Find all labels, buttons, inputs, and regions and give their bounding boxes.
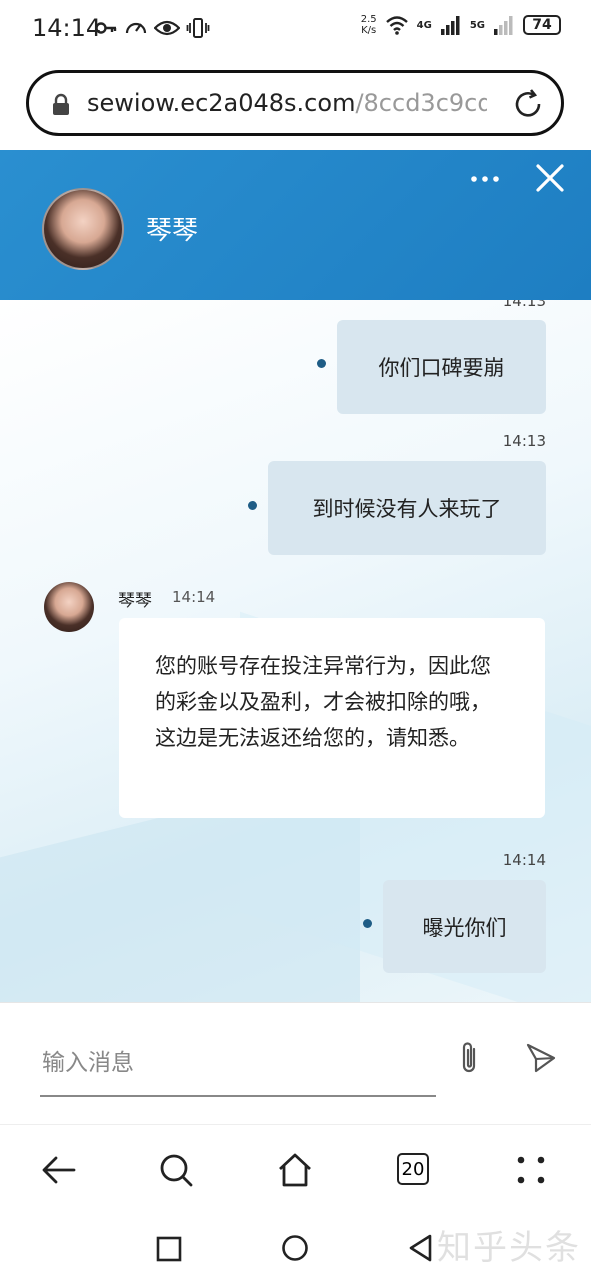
net-speed-value: 2.5 [360,14,377,25]
message-status-dot [363,919,372,928]
back-triangle-icon[interactable] [408,1234,434,1262]
message-time: 14:14 [502,851,546,869]
contact-name: 琴琴 [146,216,199,246]
message-input[interactable] [40,1031,436,1097]
battery-indicator: 74 [523,15,561,35]
status-bar: 14:14 2.5 K/s 4G 5G 74 [0,0,591,58]
back-icon[interactable] [40,1151,78,1189]
signal1-label: 4G [416,19,432,31]
recents-icon[interactable] [156,1236,182,1262]
attachment-icon[interactable] [454,1039,484,1077]
message-status-dot [248,501,257,510]
home-circle-icon[interactable] [281,1234,309,1262]
message-time: 14:13 [502,432,546,450]
sender-name: 琴琴 [118,591,152,611]
url-text[interactable]: sewiow.ec2a048s.com/8ccd3c9cd [87,89,487,119]
status-left-icons [94,16,210,40]
screen: 14:14 2.5 K/s 4G 5G 74 sewiow.ec2a048s.c… [0,0,591,1280]
incoming-message[interactable]: 您的账号存在投注异常行为，因此您的彩金以及盈利，才会被扣除的哦，这边是无法返还给… [119,618,545,818]
browser-toolbar [0,1124,591,1219]
home-icon[interactable] [276,1151,314,1189]
sender-avatar[interactable] [44,582,94,632]
reload-icon[interactable] [511,87,545,121]
tabs-button[interactable]: 20 [397,1153,429,1185]
outgoing-message[interactable]: 你们口碑要崩 [337,320,546,414]
url-host: sewiow.ec2a048s.com [87,89,356,117]
chat-header: 琴琴 [0,150,591,300]
lock-icon [53,93,69,115]
menu-icon[interactable] [512,1151,550,1189]
contact-avatar[interactable] [42,188,124,270]
key-icon [95,22,117,34]
signal-icon [494,16,513,35]
status-right: 2.5 K/s 4G 5G 74 [361,14,561,36]
message-status-dot [317,359,326,368]
watermark: 知乎头条 [437,1228,581,1268]
chat-messages[interactable]: 14:13 你们口碑要崩 14:13 到时候没有人来玩了 琴琴 14:14 您的… [0,300,591,1002]
search-icon[interactable] [157,1151,195,1189]
more-icon[interactable] [470,174,500,184]
message-input-bar [0,1002,591,1125]
close-icon[interactable] [534,162,566,194]
net-speed-unit: K/s [361,25,377,36]
net-speed: 2.5 K/s [361,14,377,36]
signal-icon [440,16,460,35]
address-bar[interactable]: sewiow.ec2a048s.com/8ccd3c9cd [26,70,564,136]
outgoing-message[interactable]: 到时候没有人来玩了 [268,461,546,555]
message-time: 14:13 [502,300,546,310]
signal2-label: 5G [469,19,485,31]
message-time: 14:14 [172,588,216,606]
outgoing-message[interactable]: 曝光你们 [383,880,546,973]
vibrate-icon [186,18,210,38]
eye-icon [154,20,180,36]
status-time: 14:14 [32,14,102,42]
url-path: /8ccd3c9cd [355,89,487,117]
wifi-icon [385,16,408,35]
speedometer-icon [125,22,147,34]
send-icon[interactable] [524,1041,558,1075]
